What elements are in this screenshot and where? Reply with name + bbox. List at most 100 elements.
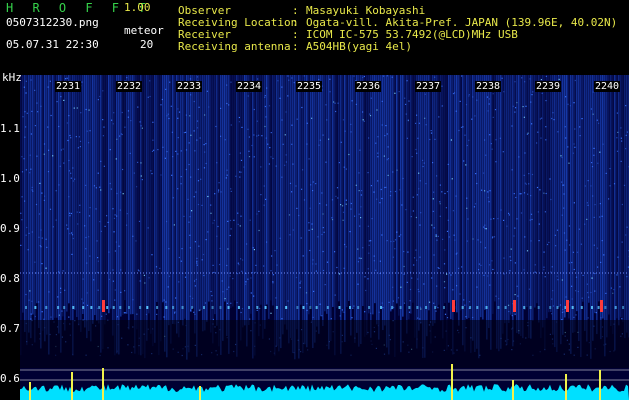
noise-speckle [58, 271, 60, 273]
noise-speckle [315, 270, 317, 272]
noise-speckle [416, 114, 418, 116]
noise-speckle [88, 215, 91, 217]
noise-speckle [264, 105, 266, 108]
noise-speckle [523, 269, 525, 271]
noise-speckle [393, 306, 395, 308]
noise-speckle [172, 156, 174, 158]
noise-speckle [462, 126, 464, 128]
noise-speckle [416, 194, 418, 196]
noise-streak [508, 75, 510, 324]
noise-speckle [495, 139, 497, 141]
noise-streak [372, 75, 374, 315]
noise-speckle [318, 78, 320, 81]
noise-speckle [160, 104, 162, 106]
noise-speckle [495, 161, 497, 163]
noise-streak [212, 75, 214, 344]
noise-speckle [213, 271, 215, 274]
noise-speckle [97, 99, 99, 101]
noise-speckle [106, 215, 108, 217]
noise-speckle [160, 174, 162, 176]
noise-speckle [409, 288, 412, 291]
noise-speckle [247, 95, 249, 97]
carrier-mark [368, 306, 371, 309]
noise-streak [146, 75, 148, 341]
noise-speckle [211, 300, 213, 302]
noise-speckle [194, 280, 196, 282]
noise-streak [456, 75, 458, 313]
noise-speckle [246, 243, 248, 245]
noise-streak [236, 75, 238, 357]
noise-speckle [194, 313, 196, 315]
noise-speckle [166, 151, 168, 153]
noise-speckle [118, 245, 120, 247]
noise-speckle [514, 313, 516, 315]
noise-speckle [177, 137, 179, 139]
noise-speckle [493, 218, 495, 220]
noise-speckle [587, 180, 589, 182]
noise-speckle [348, 153, 350, 156]
noise-speckle [198, 106, 200, 108]
noise-speckle [599, 151, 601, 153]
noise-speckle [620, 160, 622, 162]
noise-speckle [45, 238, 47, 240]
carrier-mark [443, 306, 445, 309]
noise-speckle [66, 77, 68, 79]
noise-speckle [66, 224, 68, 226]
noise-speckle [365, 289, 367, 292]
noise-speckle [594, 272, 596, 275]
noise-speckle [210, 212, 212, 214]
noise-speckle [405, 113, 407, 115]
noise-speckle [472, 316, 474, 319]
noise-speckle [40, 246, 42, 248]
noise-speckle [122, 193, 124, 195]
noise-speckle [355, 103, 357, 105]
noise-streak [150, 75, 152, 334]
noise-speckle [291, 124, 293, 126]
noise-speckle [545, 126, 547, 128]
noise-speckle [312, 259, 314, 261]
noise-speckle [370, 240, 372, 242]
noise-speckle [514, 111, 516, 113]
noise-speckle [207, 195, 209, 198]
y-tick-0.7: 0.7 [0, 322, 20, 335]
noise-speckle [488, 98, 490, 100]
noise-speckle [277, 80, 279, 82]
noise-speckle [588, 296, 590, 298]
noise-speckle [552, 290, 554, 292]
noise-speckle [321, 192, 323, 194]
noise-speckle [584, 223, 586, 225]
noise-streak [164, 75, 166, 352]
noise-speckle [452, 289, 454, 291]
noise-streak [320, 75, 322, 317]
noise-speckle [95, 208, 97, 210]
noise-speckle [568, 262, 570, 264]
noise-streak [604, 75, 606, 357]
noise-speckle [29, 154, 31, 156]
noise-speckle [120, 291, 122, 293]
noise-speckle [563, 232, 566, 234]
noise-speckle [581, 297, 583, 299]
noise-speckle [548, 241, 550, 243]
carrier-mark [597, 306, 600, 309]
noise-speckle [561, 156, 563, 159]
noise-speckle [337, 197, 339, 199]
carrier-mark [461, 306, 464, 309]
noise-streak [42, 75, 44, 331]
noise-speckle [88, 142, 90, 144]
noise-speckle [49, 208, 52, 210]
noise-speckle [550, 198, 552, 201]
noise-speckle [354, 215, 356, 217]
meteor-echo [452, 300, 455, 312]
noise-speckle [123, 312, 125, 314]
noise-streak [232, 75, 234, 307]
noise-speckle [119, 209, 121, 211]
noise-speckle [433, 254, 435, 256]
noise-speckle [400, 234, 402, 236]
noise-streak [162, 75, 164, 303]
noise-streak [424, 75, 426, 358]
noise-speckle [210, 204, 212, 206]
noise-speckle [325, 161, 327, 163]
noise-speckle [576, 251, 579, 253]
noise-streak [94, 75, 96, 316]
noise-speckle [540, 137, 542, 139]
